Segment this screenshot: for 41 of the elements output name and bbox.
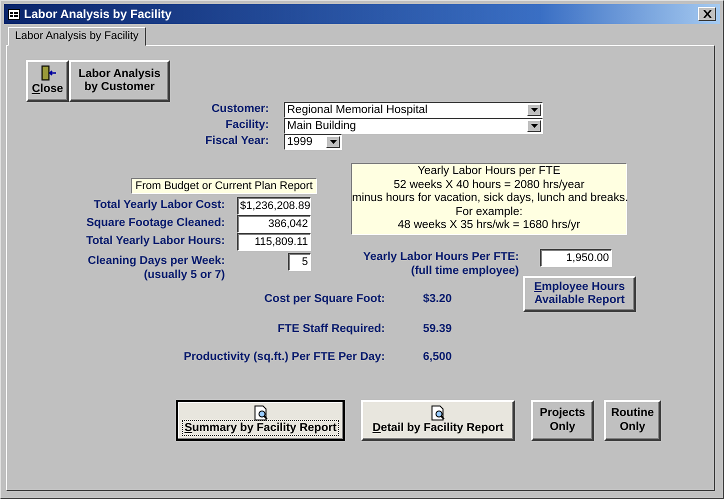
input-field[interactable]: $1,236,208.89 (237, 197, 311, 215)
report-preview-icon (431, 405, 445, 422)
field-label: Facility: (224, 119, 269, 133)
info-note: Yearly Labor Hours per FTE 52 weeks X 40 hours = 2080 hrs/year minus hours for vacation, sick days, lunch and breaks. For example: 48 weeks X 35 hrs/wk = 1680 hrs/yr (351, 163, 627, 235)
result-value: 59.39 (423, 323, 452, 337)
tab[interactable]: Labor Analysis by Facility (8, 27, 146, 46)
field-label: Total Yearly Labor Cost: (92, 199, 225, 213)
window-title: Labor Analysis by Facility (24, 6, 172, 22)
input-field[interactable]: 115,809.11 (237, 233, 311, 251)
form-icon (8, 8, 20, 20)
input-field[interactable]: 5 (288, 253, 311, 271)
dropdown-field[interactable]: 1999 (284, 134, 342, 150)
report-button[interactable]: Labor Analysis by Customer (69, 60, 170, 102)
field-label: Cleaning Days per Week: (86, 255, 225, 269)
door-icon (38, 65, 56, 82)
input-field[interactable]: 1,950.00 (540, 249, 612, 267)
result-label: FTE Staff Required: (276, 323, 385, 337)
report-button[interactable]: Detail by Facility Report (361, 400, 515, 441)
close-button[interactable] (698, 7, 716, 21)
input-field[interactable]: 386,042 (237, 215, 311, 233)
field-label: (full time employee) (410, 265, 519, 279)
result-label: Cost per Square Foot: (263, 293, 385, 307)
field-label: Square Footage Cleaned: (85, 217, 225, 231)
close-button[interactable]: Close (26, 60, 69, 102)
result-value: 6,500 (423, 351, 452, 365)
note-label: From Budget or Current Plan Report (131, 178, 317, 194)
result-label: Productivity (sq.ft.) Per FTE Per Day: (182, 351, 385, 365)
field-label: Total Yearly Labor Hours: (85, 235, 225, 249)
field-label: (usually 5 or 7) (142, 269, 225, 283)
result-value: $3.20 (423, 293, 452, 307)
field-label: Fiscal Year: (204, 135, 269, 149)
field-label: Customer: (210, 103, 269, 117)
dropdown-field[interactable]: Main Building (284, 118, 543, 134)
filter-button[interactable]: Routine Only (604, 400, 661, 441)
filter-button[interactable]: Projects Only (531, 400, 594, 441)
report-button[interactable]: Summary by Facility Report (176, 400, 345, 441)
field-label: Yearly Labor Hours Per FTE: (362, 251, 519, 265)
close-icon (702, 10, 712, 18)
report-button[interactable]: Employee Hours Available Report (523, 276, 636, 312)
dropdown-field[interactable]: Regional Memorial Hospital (284, 102, 543, 118)
report-preview-icon (254, 405, 268, 422)
